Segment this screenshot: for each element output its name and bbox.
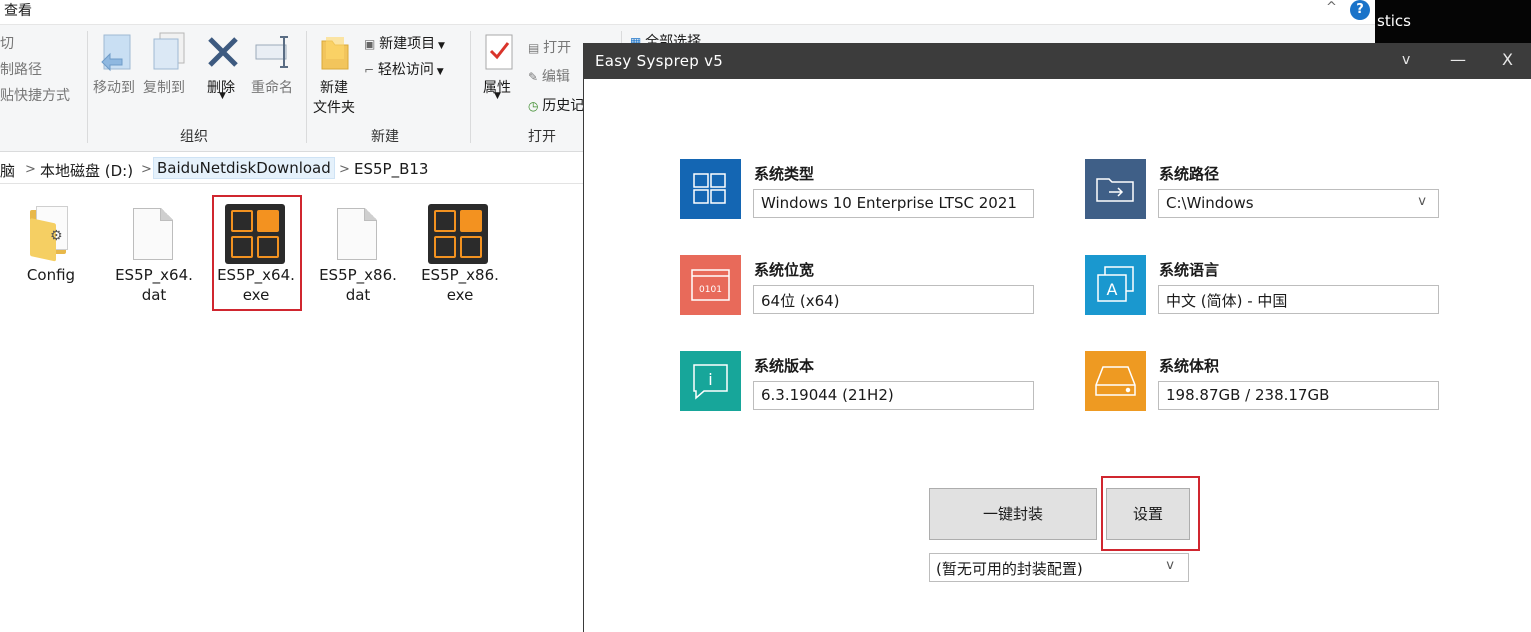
rename-icon (255, 36, 288, 68)
title-dropdown-icon[interactable]: v (1402, 52, 1410, 68)
config-select-value: (暂无可用的封装配置) (936, 560, 1083, 578)
title-bar[interactable]: Easy Sysprep v5 v — X (584, 43, 1531, 79)
file-es5p-x86-dat[interactable]: ES5P_x86. dat (315, 265, 401, 305)
rename-button[interactable]: 重命名 (251, 77, 293, 97)
system-size-label: 系统体积 (1159, 357, 1220, 375)
system-path-select[interactable]: C:\Windows v (1158, 189, 1439, 218)
chevron-right-icon[interactable]: > (339, 162, 350, 177)
copy-path-button[interactable]: 制路径 (0, 59, 42, 79)
edit-label: 编辑 (541, 69, 570, 85)
minimize-button[interactable]: — (1450, 50, 1466, 69)
breadcrumb-drive-d[interactable]: 本地磁盘 (D:) (40, 160, 133, 181)
system-version-label: 系统版本 (754, 357, 815, 375)
open-button[interactable]: ▤ 打开 (528, 37, 571, 57)
system-language-label: 系统语言 (1159, 261, 1220, 279)
paste-shortcut-button[interactable]: 贴快捷方式 (0, 85, 70, 105)
open-label: 打开 (543, 40, 572, 56)
chevron-down-icon[interactable]: v (1166, 558, 1174, 573)
document-icon (133, 208, 173, 260)
system-arch-label: 系统位宽 (754, 261, 815, 279)
breadcrumb-baidu-download[interactable]: BaiduNetdiskDownload (153, 157, 335, 179)
system-path-value: C:\Windows (1166, 194, 1254, 212)
delete-dropdown-icon[interactable]: ▼ (219, 91, 226, 101)
chevron-down-icon[interactable]: v (1418, 194, 1426, 209)
system-type-label: 系统类型 (754, 165, 815, 183)
breadcrumb-es5p-b13[interactable]: ES5P_B13 (354, 160, 428, 178)
background-window-text: stics (1377, 12, 1411, 30)
new-folder-line2[interactable]: 文件夹 (313, 97, 355, 117)
edit-button[interactable]: ✎ 编辑 (528, 66, 570, 86)
organize-group-label: 组织 (180, 129, 208, 145)
system-arch-field[interactable]: 64位 (x64) (753, 285, 1034, 314)
exe-app-icon (428, 204, 488, 264)
one-click-sysprep-button[interactable]: 一键封装 (929, 488, 1097, 540)
history-label: 历史记 (542, 98, 585, 114)
windows-icon (680, 159, 741, 219)
config-select[interactable]: (暂无可用的封装配置) v (929, 553, 1189, 582)
language-icon-text: A (1107, 280, 1118, 299)
easy-access-label: 轻松访问 (377, 62, 434, 78)
system-language-field[interactable]: 中文 (简体) - 中国 (1158, 285, 1439, 314)
file-config[interactable]: Config (8, 265, 94, 285)
background-window-strip: stics (1375, 0, 1531, 43)
system-version-field[interactable]: 6.3.19044 (21H2) (753, 381, 1034, 410)
open-group-label: 打开 (528, 129, 556, 145)
ribbon-divider (87, 31, 88, 143)
system-size-field[interactable]: 198.87GB / 238.17GB (1158, 381, 1439, 410)
ribbon-divider (306, 31, 307, 143)
history-button[interactable]: ◷ 历史记 (528, 95, 584, 115)
folder-icon: ⚙ (30, 206, 76, 262)
copy-to-icon (153, 32, 185, 70)
system-type-field[interactable]: Windows 10 Enterprise LTSC 2021 (753, 189, 1034, 218)
binary-icon-text: 0101 (699, 285, 722, 295)
cut-button[interactable]: 切 (0, 33, 14, 53)
window-title: Easy Sysprep v5 (595, 52, 724, 70)
file-es5p-x64-dat[interactable]: ES5P_x64. dat (111, 265, 197, 305)
new-folder-icon (321, 37, 349, 70)
settings-highlight (1101, 476, 1200, 551)
breadcrumb-this-pc[interactable]: 脑 (0, 160, 15, 181)
copy-to-button[interactable]: 复制到 (143, 77, 185, 97)
info-chat-icon: i (680, 351, 741, 411)
chevron-right-icon[interactable]: > (25, 162, 36, 177)
ribbon-tab-bar: 查看 ^ ? (0, 0, 1375, 25)
ribbon-divider (470, 31, 471, 143)
move-to-button[interactable]: 移动到 (93, 77, 135, 97)
easy-sysprep-window: Easy Sysprep v5 v — X (583, 43, 1531, 632)
info-icon-text: i (708, 370, 712, 389)
new-item-label: 新建项目 (379, 36, 436, 52)
document-icon (337, 208, 377, 260)
hard-drive-icon (1085, 351, 1146, 411)
folder-arrow-icon (1085, 159, 1146, 219)
help-icon[interactable]: ? (1350, 0, 1370, 20)
easy-access-button[interactable]: ⌐ 轻松访问 ▼ (364, 59, 444, 79)
new-item-button[interactable]: ▣ 新建项目 ▼ (364, 33, 445, 53)
selection-highlight (212, 195, 302, 311)
properties-icon (485, 34, 513, 70)
file-es5p-x86-exe[interactable]: ES5P_x86. exe (417, 265, 503, 305)
new-folder-line1[interactable]: 新建 (320, 77, 348, 97)
move-to-icon (101, 34, 131, 72)
close-button[interactable]: X (1502, 50, 1513, 69)
tab-view[interactable]: 查看 (4, 0, 32, 20)
chevron-right-icon[interactable]: > (141, 162, 152, 177)
binary-window-icon: 0101 (680, 255, 741, 315)
properties-dropdown-icon[interactable]: ▼ (494, 91, 501, 101)
delete-icon (208, 37, 238, 67)
system-path-label: 系统路径 (1159, 165, 1220, 183)
new-group-label: 新建 (371, 129, 399, 145)
language-icon: A (1085, 255, 1146, 315)
collapse-ribbon-icon[interactable]: ^ (1326, 0, 1337, 15)
